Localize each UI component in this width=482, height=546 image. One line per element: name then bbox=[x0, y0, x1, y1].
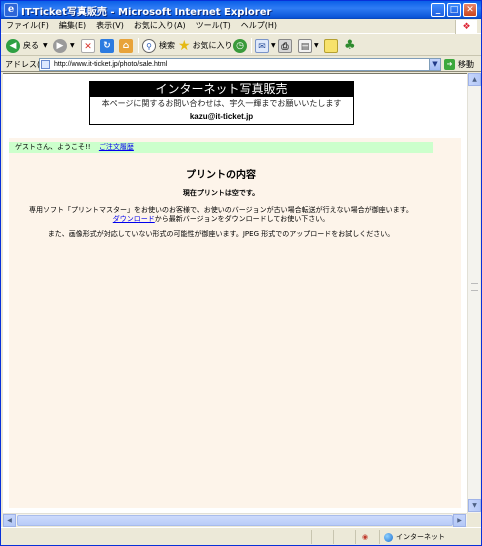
stop-button[interactable]: ✕ bbox=[81, 37, 95, 54]
toolbar-separator bbox=[138, 38, 139, 53]
close-button[interactable]: ✕ bbox=[463, 3, 477, 17]
window-title: IT-Ticket写真販売 - Microsoft Internet Explo… bbox=[21, 7, 272, 18]
zone-label: インターネット bbox=[396, 533, 445, 541]
contact-email: kazu@it-ticket.jp bbox=[189, 112, 254, 121]
internet-zone-icon bbox=[384, 532, 393, 542]
format-notice: また、画像形式が対応していない形式の可能性が御座います。JPEG 形式でのアップ… bbox=[47, 230, 395, 238]
favorites-star-icon: ★ bbox=[178, 37, 191, 54]
search-icon: ⚲ bbox=[142, 38, 156, 53]
horizontal-scroll-thumb[interactable] bbox=[17, 515, 453, 526]
scrollbar-corner bbox=[467, 513, 480, 526]
back-arrow-icon: ◀ bbox=[6, 38, 20, 53]
version-notice-line1: 専用ソフト「プリントマスター」をお使いのお客様で、お使いのバージョンが古い場合転… bbox=[29, 206, 413, 214]
messenger-icon: ♣ bbox=[344, 38, 356, 53]
mail-dropdown-icon[interactable]: ▼ bbox=[271, 42, 276, 49]
home-icon: ⌂ bbox=[119, 38, 133, 53]
contact-note: 本ページに関するお問い合わせは、宇久一輝までお願いいたします bbox=[101, 99, 342, 108]
menu-tools[interactable]: ツール(T) bbox=[191, 19, 236, 33]
horizontal-scrollbar[interactable]: ◀ ▶ bbox=[3, 513, 467, 527]
refresh-button[interactable]: ↻ bbox=[100, 37, 114, 54]
mail-icon: ✉ bbox=[255, 38, 269, 53]
go-button[interactable]: ➜ 移動 bbox=[444, 58, 474, 71]
print-button[interactable]: ⎙ bbox=[278, 37, 292, 54]
empty-print-message: 現在プリントは空です。 bbox=[182, 189, 260, 197]
address-bar: アドレス(D) http://www.it-ticket.jp/photo/sa… bbox=[1, 57, 481, 72]
greeting-bar: ゲストさん、ようこそ!! ご注文履歴 bbox=[9, 142, 433, 153]
edit-button[interactable]: ▤ ▼ bbox=[298, 37, 319, 54]
print-contents-heading: プリントの内容 bbox=[186, 170, 256, 181]
greeting-text: ゲストさん、ようこそ!! bbox=[15, 143, 91, 151]
privacy-cell: ◉ bbox=[355, 530, 379, 544]
vertical-scrollbar[interactable]: ▲ ▼ bbox=[467, 73, 481, 513]
status-bar: ◉ インターネット bbox=[1, 527, 481, 545]
stop-icon: ✕ bbox=[81, 38, 95, 53]
forward-dropdown-icon[interactable]: ▼ bbox=[70, 42, 75, 49]
order-history-link[interactable]: ご注文履歴 bbox=[99, 143, 134, 151]
go-label: 移動 bbox=[458, 60, 474, 69]
print-icon: ⎙ bbox=[278, 38, 292, 53]
forward-arrow-icon: ▶ bbox=[53, 38, 67, 53]
status-cell bbox=[311, 530, 333, 544]
discuss-icon bbox=[324, 38, 338, 53]
favorites-label: お気に入り bbox=[192, 41, 233, 50]
home-button[interactable]: ⌂ bbox=[119, 37, 133, 54]
address-input[interactable]: http://www.it-ticket.jp/photo/sale.html bbox=[39, 58, 441, 71]
windows-logo-icon: ❖ bbox=[455, 20, 477, 34]
status-text bbox=[1, 530, 311, 544]
ie-app-icon: e bbox=[4, 3, 18, 17]
menu-edit[interactable]: 編集(E) bbox=[54, 19, 91, 33]
scroll-up-icon[interactable]: ▲ bbox=[468, 73, 481, 86]
version-notice-line2: ダウンロードから最新バージョンをダウンロードしてお使い下さい。 bbox=[9, 215, 433, 224]
address-dropdown-icon[interactable]: ▼ bbox=[429, 58, 441, 71]
scroll-left-icon[interactable]: ◀ bbox=[3, 514, 16, 527]
discuss-button[interactable] bbox=[324, 37, 338, 54]
edit-page-icon: ▤ bbox=[298, 38, 312, 53]
back-label: 戻る bbox=[23, 41, 39, 50]
minimize-button[interactable]: _ bbox=[431, 3, 445, 17]
history-icon: ◷ bbox=[233, 38, 247, 53]
download-link[interactable]: ダウンロード bbox=[113, 215, 155, 223]
menu-bar: ファイル(F) 編集(E) 表示(V) お気に入り(A) ツール(T) ヘルプ(H) ❖ bbox=[1, 19, 481, 34]
zone-cell: インターネット bbox=[379, 530, 481, 544]
search-button[interactable]: ⚲ 検索 bbox=[142, 37, 175, 54]
history-button[interactable]: ◷ bbox=[233, 37, 247, 54]
mail-button[interactable]: ✉ ▼ bbox=[255, 37, 276, 54]
forward-button[interactable]: ▶ ▼ bbox=[53, 37, 75, 54]
favorites-button[interactable]: ★ お気に入り bbox=[178, 37, 233, 54]
back-dropdown-icon[interactable]: ▼ bbox=[43, 42, 48, 49]
page-icon bbox=[41, 60, 50, 69]
version-notice: 専用ソフト「プリントマスター」をお使いのお客様で、お使いのバージョンが古い場合転… bbox=[9, 206, 433, 224]
scroll-grip-icon bbox=[471, 283, 478, 291]
browser-window: e IT-Ticket写真販売 - Microsoft Internet Exp… bbox=[0, 0, 482, 546]
menu-file[interactable]: ファイル(F) bbox=[1, 19, 54, 33]
back-button[interactable]: ◀ 戻る ▼ bbox=[6, 37, 48, 54]
page-viewport[interactable]: インターネット写真販売 本ページに関するお問い合わせは、宇久一輝までお願いいたし… bbox=[3, 73, 467, 513]
maximize-button[interactable]: □ bbox=[447, 3, 461, 17]
toolbar: ◀ 戻る ▼ ▶ ▼ ✕ ↻ ⌂ ⚲ 検索 ★ お気に入り ◷ ✉ ▼ ⎙ ▤ … bbox=[1, 35, 481, 56]
menu-favorites[interactable]: お気に入り(A) bbox=[129, 19, 191, 33]
status-cell bbox=[333, 530, 355, 544]
main-content: ゲストさん、ようこそ!! ご注文履歴 プリントの内容 現在プリントは空です。 専… bbox=[9, 138, 461, 508]
scroll-right-icon[interactable]: ▶ bbox=[453, 514, 466, 527]
messenger-button[interactable]: ♣ bbox=[344, 37, 356, 54]
version-notice-line2-text: から最新バージョンをダウンロードしてお使い下さい。 bbox=[154, 215, 330, 223]
site-title: インターネット写真販売 bbox=[90, 82, 353, 97]
title-bar[interactable]: e IT-Ticket写真販売 - Microsoft Internet Exp… bbox=[1, 1, 481, 19]
search-label: 検索 bbox=[159, 41, 175, 50]
refresh-icon: ↻ bbox=[100, 38, 114, 53]
menu-help[interactable]: ヘルプ(H) bbox=[236, 19, 282, 33]
scroll-down-icon[interactable]: ▼ bbox=[468, 499, 481, 512]
toolbar-separator bbox=[251, 38, 252, 53]
menu-view[interactable]: 表示(V) bbox=[91, 19, 129, 33]
edit-dropdown-icon[interactable]: ▼ bbox=[314, 42, 319, 49]
go-arrow-icon: ➜ bbox=[444, 59, 455, 70]
privacy-icon[interactable]: ◉ bbox=[362, 533, 368, 541]
site-header: インターネット写真販売 本ページに関するお問い合わせは、宇久一輝までお願いいたし… bbox=[89, 81, 354, 125]
